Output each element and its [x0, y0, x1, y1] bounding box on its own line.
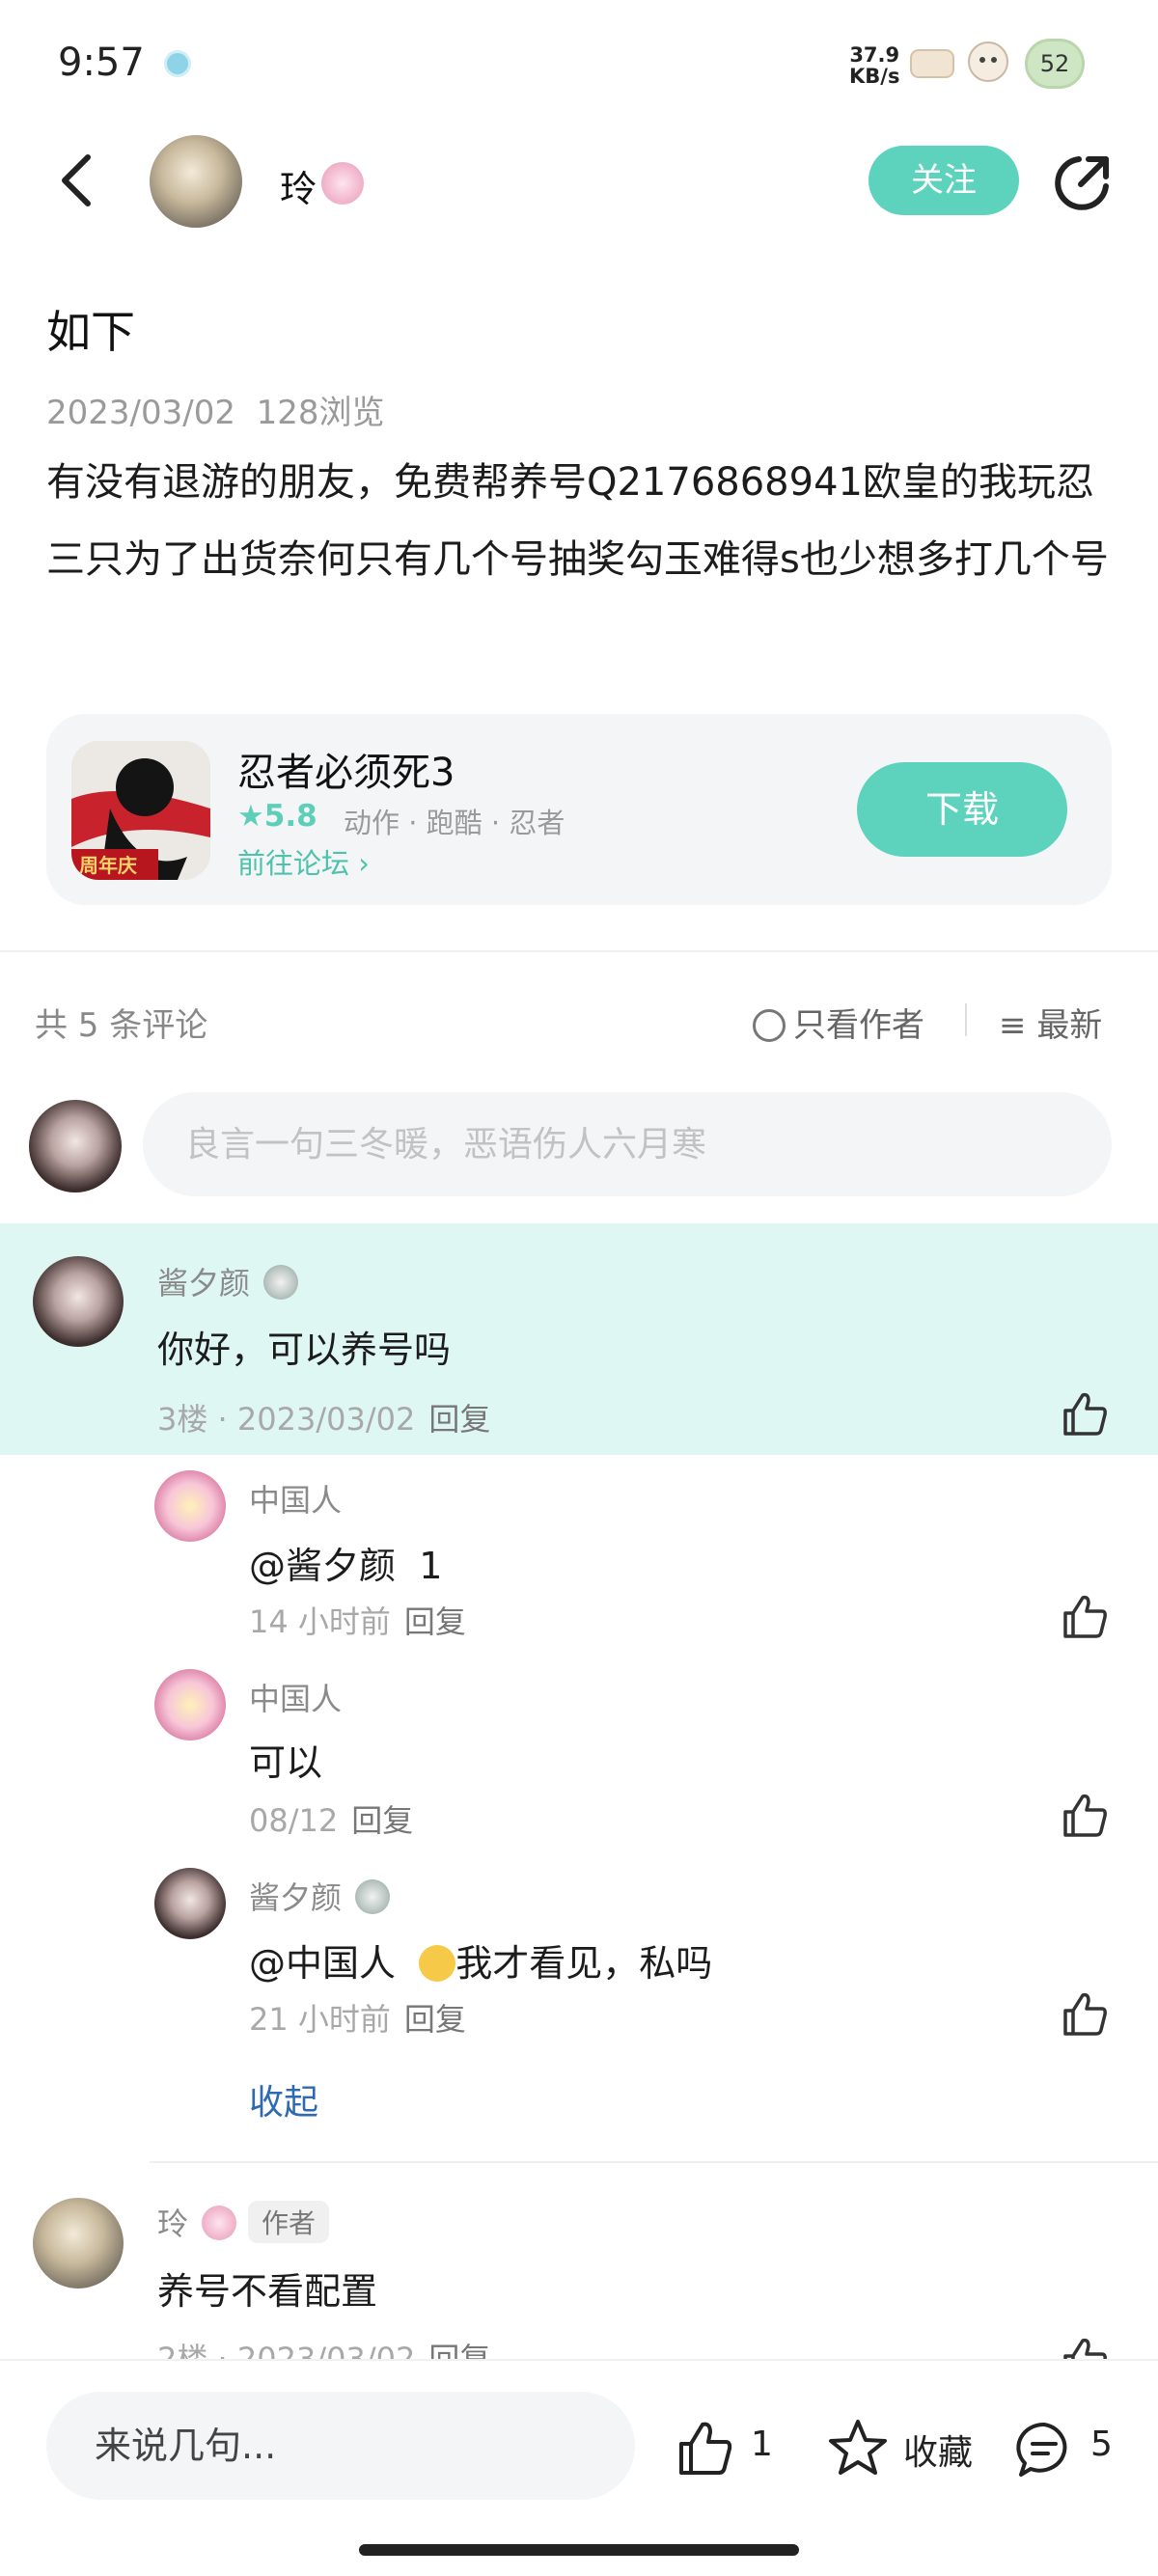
comment-text: 养号不看配置	[157, 2270, 378, 2313]
notification-icon	[164, 50, 191, 77]
download-button[interactable]: 下载	[857, 762, 1067, 857]
my-avatar	[29, 1100, 122, 1192]
post-date: 2023/03/02	[46, 394, 235, 432]
divider	[150, 2161, 1158, 2163]
post-body: 有没有退游的朋友，免费帮养号Q2176868941欧皇的我玩忍三只为了出货奈何只…	[46, 460, 1109, 582]
game-name[interactable]: 忍者必须死3	[237, 741, 455, 797]
comment-author[interactable]: 玲作者	[157, 2200, 330, 2244]
star-icon[interactable]	[826, 2417, 890, 2480]
author-avatar[interactable]	[150, 135, 242, 228]
comment-input[interactable]	[143, 1092, 1112, 1196]
like-count: 1	[751, 2425, 773, 2464]
thumbs-up-icon[interactable]	[1060, 1989, 1110, 2040]
game-icon-badge: 周年庆	[79, 854, 137, 877]
reply-author[interactable]: 酱夕颜	[249, 1874, 391, 1918]
game-card[interactable]: 周年庆 忍者必须死3 ★5.8 动作 · 跑酷 · 忍者 前往论坛 › 下载	[46, 714, 1112, 905]
author-tag: 作者	[248, 2201, 330, 2243]
user-badge-icon	[355, 1879, 391, 1914]
star-icon: ★	[237, 799, 264, 834]
status-time: 9:57	[58, 41, 145, 85]
share-icon[interactable]	[1050, 151, 1114, 215]
avatar[interactable]	[154, 1868, 226, 1939]
ninja-game-logo-icon: 周年庆	[71, 741, 210, 880]
author-name[interactable]: 玲	[280, 159, 317, 212]
comment-meta: 3楼 · 2023/03/02 回复	[157, 1401, 491, 1438]
comment-count-badge: 5	[1090, 2425, 1113, 2464]
thumbs-up-icon[interactable]	[676, 2419, 735, 2479]
sort-button[interactable]: ≡ 最新	[999, 999, 1102, 1046]
radio-circle-icon	[753, 1009, 786, 1042]
avatar[interactable]	[33, 1256, 124, 1347]
game-rating: ★5.8	[237, 799, 317, 834]
collect-label[interactable]: 收藏	[903, 2425, 973, 2475]
follow-button[interactable]: 关注	[868, 146, 1019, 215]
status-sticker-icons	[910, 41, 1008, 82]
game-tags: 动作 · 跑酷 · 忍者	[344, 807, 565, 839]
reply-text: @酱夕颜 1	[249, 1545, 443, 1587]
reply-author[interactable]: 中国人	[249, 1675, 342, 1719]
author-only-toggle[interactable]: 只看作者	[753, 999, 924, 1046]
reply-button[interactable]: 回复	[404, 1603, 466, 1640]
author-badge-icon	[321, 162, 364, 205]
avatar[interactable]	[154, 1470, 226, 1542]
game-icon[interactable]: 周年庆	[71, 741, 210, 880]
reply-button[interactable]: 回复	[404, 2001, 466, 2038]
bottom-action-bar: 来说几句... 1 收藏 5	[0, 2359, 1158, 2576]
post-title: 如下	[46, 306, 135, 358]
thumbs-up-icon[interactable]	[1060, 1389, 1110, 1439]
post-meta: 2023/03/02 128浏览	[46, 386, 385, 433]
comment-author[interactable]: 酱夕颜	[157, 1259, 299, 1303]
network-speed: 37.9 KB/s	[849, 43, 900, 88]
battery-indicator: 52	[1025, 39, 1085, 89]
reply-meta: 21 小时前 回复	[249, 2001, 466, 2038]
reply-text: @中国人 我才看见，私吗	[249, 1942, 713, 1985]
post-header: 玲 关注	[0, 130, 1158, 236]
comment-count: 共 5 条评论	[35, 1006, 208, 1045]
comment-text: 你好，可以养号吗	[157, 1329, 452, 1371]
back-arrow-icon[interactable]	[53, 151, 101, 209]
post-views: 128浏览	[256, 394, 385, 432]
reply-meta: 08/12 回复	[249, 1802, 414, 1839]
reply-text: 可以	[249, 1741, 323, 1784]
reply-button[interactable]: 回复	[428, 1401, 490, 1438]
thumbs-up-icon[interactable]	[1060, 1592, 1110, 1642]
divider	[965, 1003, 967, 1036]
reply-button[interactable]: 回复	[351, 1802, 413, 1839]
divider	[0, 950, 1158, 952]
user-badge-icon	[263, 1265, 299, 1300]
reply-author[interactable]: 中国人	[249, 1476, 342, 1521]
avatar[interactable]	[33, 2198, 124, 2288]
sort-lines-icon: ≡	[999, 1006, 1027, 1045]
chevron-right-icon: ›	[358, 847, 370, 880]
reply-meta: 14 小时前 回复	[249, 1603, 466, 1640]
status-bar: 9:57 37.9 KB/s 52	[0, 0, 1158, 130]
user-badge-icon	[202, 2206, 237, 2240]
quick-comment-input[interactable]: 来说几句...	[46, 2392, 635, 2500]
collapse-replies-button[interactable]: 收起	[249, 2074, 318, 2124]
home-indicator[interactable]	[359, 2544, 799, 2556]
forum-link[interactable]: 前往论坛 ›	[237, 841, 370, 882]
thumbs-up-icon[interactable]	[1060, 1791, 1110, 1841]
avatar[interactable]	[154, 1669, 226, 1740]
smile-emoji-icon	[419, 1945, 456, 1982]
comment-bubble-icon[interactable]	[1013, 2419, 1075, 2480]
